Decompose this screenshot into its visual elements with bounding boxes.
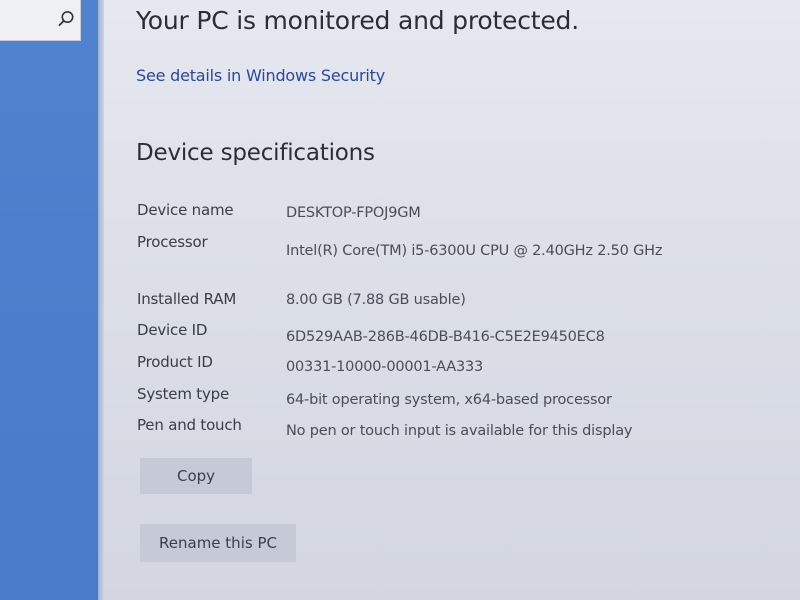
- windows-security-link[interactable]: See details in Windows Security: [136, 66, 385, 85]
- spec-value: Intel(R) Core(TM) i5-6300U CPU @ 2.40GHz…: [286, 243, 663, 259]
- spec-value: No pen or touch input is available for t…: [286, 423, 633, 439]
- navigation-pane: [0, 0, 98, 600]
- about-page: Your PC is monitored and protected. See …: [104, 0, 800, 600]
- spec-value: 64-bit operating system, x64-based proce…: [286, 392, 612, 408]
- spec-value: DESKTOP-FPOJ9GM: [286, 205, 421, 221]
- spec-value: 00331-10000-00001-AA333: [286, 359, 484, 375]
- search-icon[interactable]: [56, 9, 76, 29]
- spec-label: Device name: [137, 201, 234, 219]
- search-input[interactable]: [0, 0, 81, 41]
- spec-value: 8.00 GB (7.88 GB usable): [286, 292, 466, 308]
- device-specifications-heading: Device specifications: [136, 140, 375, 166]
- spec-label: Device ID: [137, 321, 208, 339]
- spec-label: Installed RAM: [137, 290, 237, 308]
- spec-label: System type: [137, 385, 230, 403]
- spec-label: Processor: [137, 233, 208, 251]
- rename-pc-button[interactable]: Rename this PC: [140, 524, 296, 562]
- protection-status-title: Your PC is monitored and protected.: [136, 6, 579, 35]
- spec-value: 6D529AAB-286B-46DB-B416-C5E2E9450EC8: [286, 329, 605, 345]
- spec-label: Pen and touch: [137, 416, 242, 434]
- settings-window: Your PC is monitored and protected. See …: [0, 0, 800, 600]
- spec-label: Product ID: [137, 353, 213, 371]
- copy-button[interactable]: Copy: [140, 458, 252, 494]
